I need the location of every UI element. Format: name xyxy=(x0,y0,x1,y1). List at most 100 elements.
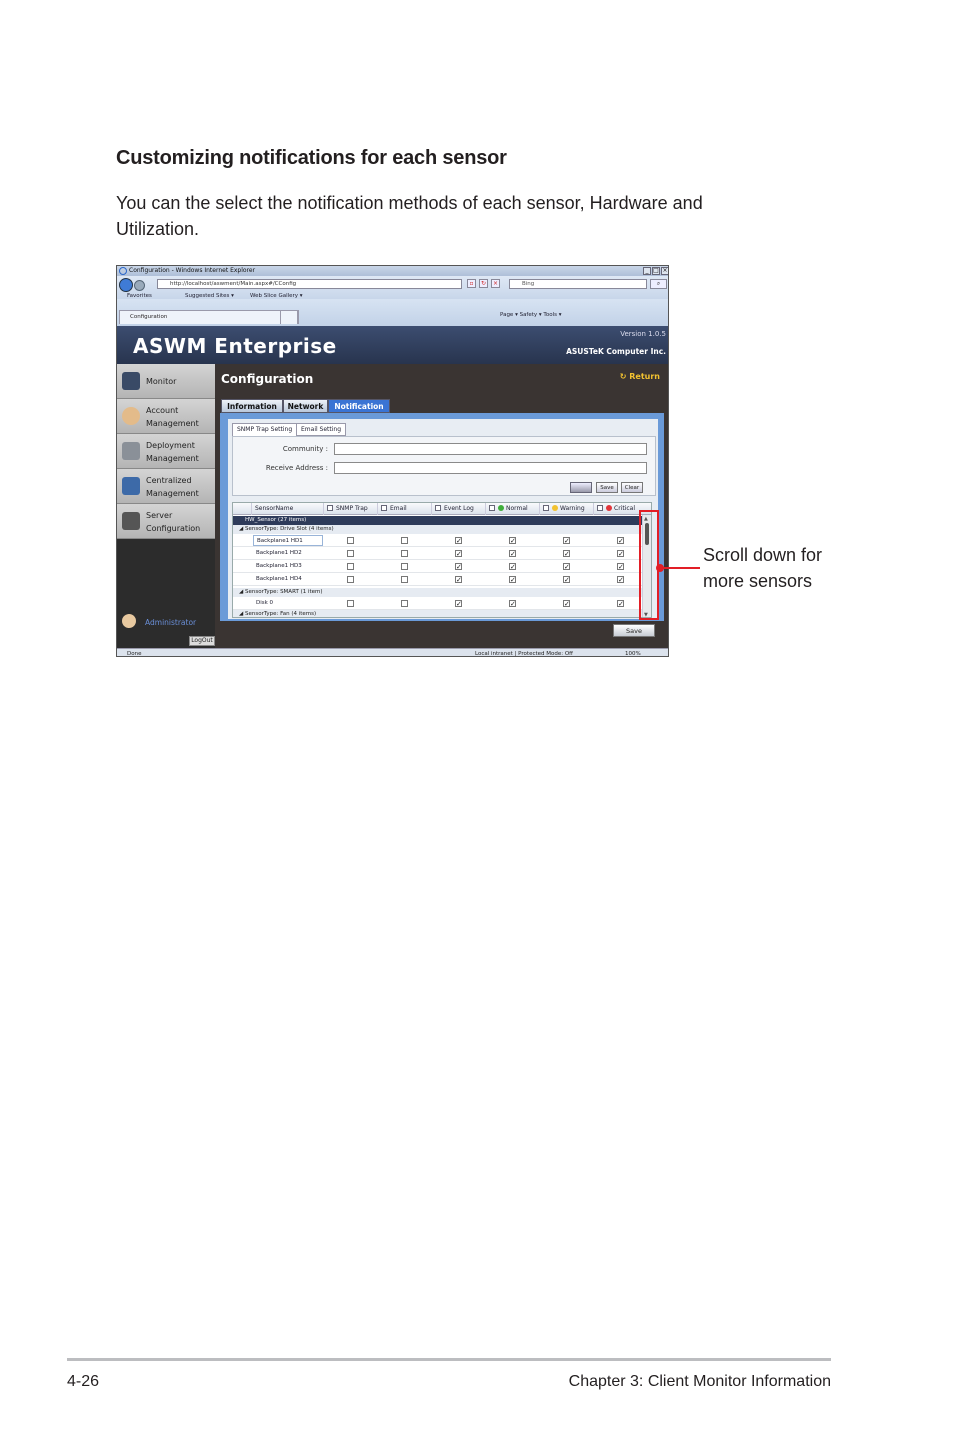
refresh-icon[interactable]: ↻ xyxy=(479,279,488,288)
zoom-level[interactable]: 100% xyxy=(625,649,641,656)
critical-status-icon xyxy=(606,505,612,511)
footer-rule xyxy=(67,1358,831,1361)
sidebar-item-account[interactable]: Account Management xyxy=(117,399,215,434)
checkbox-unchecked[interactable] xyxy=(401,537,408,544)
checkbox-checked[interactable]: ✓ xyxy=(563,550,570,558)
group-row-fan[interactable]: ◢ SensorType: Fan (4 items) xyxy=(233,610,651,617)
stop-icon[interactable]: × xyxy=(491,279,500,288)
col-warning[interactable]: Warning xyxy=(539,503,593,515)
checkbox-checked[interactable]: ✓ xyxy=(455,550,462,558)
compat-icon[interactable]: ▫ xyxy=(467,279,476,288)
status-text: Done xyxy=(127,651,142,657)
address-input[interactable]: http://localhost/aswment/Main.aspx#/CCon… xyxy=(157,279,462,289)
checkbox-checked[interactable]: ✓ xyxy=(509,537,516,545)
col-email[interactable]: Email xyxy=(377,503,431,515)
checkbox-checked[interactable]: ✓ xyxy=(617,563,624,571)
community-input[interactable] xyxy=(334,443,647,455)
form-save-button[interactable]: Save xyxy=(596,482,618,493)
col-checkbox[interactable] xyxy=(543,505,549,511)
receive-address-label: Receive Address : xyxy=(265,464,328,472)
form-clear-button[interactable]: Clear xyxy=(621,482,643,493)
checkbox-unchecked[interactable] xyxy=(347,550,354,557)
col-checkbox[interactable] xyxy=(597,505,603,511)
sidebar-item-centralized[interactable]: Centralized Management xyxy=(117,469,215,504)
col-normal[interactable]: Normal xyxy=(485,503,539,515)
checkbox-checked[interactable]: ✓ xyxy=(563,576,570,584)
checkbox-checked[interactable]: ✓ xyxy=(455,576,462,584)
test-icon[interactable] xyxy=(570,482,592,493)
sidebar-item-label: Centralized Management xyxy=(146,476,199,498)
table-row[interactable]: Backplane1 HD3 ✓ ✓ ✓ ✓ xyxy=(233,560,651,573)
sensor-table: SensorName SNMP Trap Email Event Log Nor… xyxy=(232,502,652,618)
callout-dot xyxy=(656,564,664,572)
receive-address-input[interactable] xyxy=(334,462,647,474)
checkbox-checked[interactable]: ✓ xyxy=(617,600,624,608)
col-warning-label: Warning xyxy=(560,505,585,512)
checkbox-checked[interactable]: ✓ xyxy=(509,550,516,558)
minimize-icon[interactable]: _ xyxy=(643,267,651,275)
forward-arrow-icon[interactable] xyxy=(134,280,145,291)
checkbox-checked[interactable]: ✓ xyxy=(455,563,462,571)
group-row-hw[interactable]: HW_Sensor (27 items) xyxy=(233,516,651,525)
close-icon[interactable]: × xyxy=(661,267,668,275)
tab-notification[interactable]: Notification xyxy=(328,399,390,413)
sidebar-item-deployment[interactable]: Deployment Management xyxy=(117,434,215,469)
sidebar-item-label: Account Management xyxy=(146,406,199,428)
checkbox-unchecked[interactable] xyxy=(401,550,408,557)
table-row[interactable]: Backplane1 HD1 ✓ ✓ ✓ ✓ xyxy=(233,534,651,547)
new-tab-button[interactable] xyxy=(280,310,298,324)
checkbox-unchecked[interactable] xyxy=(401,576,408,583)
col-critical[interactable]: Critical xyxy=(593,503,645,515)
server-icon xyxy=(122,512,140,530)
command-bar[interactable]: Page ▾ Safety ▾ Tools ▾ xyxy=(500,312,561,318)
col-checkbox[interactable] xyxy=(381,505,387,511)
checkbox-checked[interactable]: ✓ xyxy=(617,537,624,545)
checkbox-checked[interactable]: ✓ xyxy=(509,563,516,571)
checkbox-unchecked[interactable] xyxy=(401,600,408,607)
checkbox-unchecked[interactable] xyxy=(401,563,408,570)
checkbox-checked[interactable]: ✓ xyxy=(509,576,516,584)
tab-network[interactable]: Network xyxy=(283,399,328,413)
back-arrow-icon[interactable] xyxy=(119,278,133,292)
checkbox-checked[interactable]: ✓ xyxy=(563,563,570,571)
subtab-email[interactable]: Email Setting xyxy=(296,423,347,436)
checkbox-checked[interactable]: ✓ xyxy=(455,600,462,608)
table-row[interactable]: Disk 0 ✓ ✓ ✓ ✓ xyxy=(233,597,651,610)
browser-tab[interactable]: Configuration xyxy=(119,310,299,324)
return-link[interactable]: ↻ Return xyxy=(620,372,660,381)
search-input[interactable]: Bing xyxy=(509,279,647,289)
col-checkbox[interactable] xyxy=(327,505,333,511)
warning-status-icon xyxy=(552,505,558,511)
checkbox-checked[interactable]: ✓ xyxy=(455,537,462,545)
checkbox-unchecked[interactable] xyxy=(347,576,354,583)
sensor-name: Backplane1 HD2 xyxy=(256,550,302,556)
group-row-smart[interactable]: ◢ SensorType: SMART (1 item) xyxy=(233,588,651,597)
app-header: ASWM Enterprise Version 1.0.5 ASUSTeK Co… xyxy=(117,326,668,364)
sidebar-item-monitor[interactable]: Monitor xyxy=(117,364,215,399)
checkbox-unchecked[interactable] xyxy=(347,537,354,544)
checkbox-unchecked[interactable] xyxy=(347,600,354,607)
sidebar-item-server-config[interactable]: Server Configuration xyxy=(117,504,215,539)
checkbox-checked[interactable]: ✓ xyxy=(617,576,624,584)
group-row-drive[interactable]: ◢ SensorType: Drive Slot (4 items) xyxy=(233,525,651,534)
checkbox-checked[interactable]: ✓ xyxy=(617,550,624,558)
maximize-icon[interactable]: □ xyxy=(652,267,660,275)
col-eventlog[interactable]: Event Log xyxy=(431,503,485,515)
logout-button[interactable]: LogOut xyxy=(189,636,215,646)
search-icon[interactable]: ⌕ xyxy=(650,279,667,289)
save-button[interactable]: Save xyxy=(613,624,655,637)
checkbox-checked[interactable]: ✓ xyxy=(563,537,570,545)
callout-text: Scroll down for more sensors xyxy=(703,545,823,591)
callout-line xyxy=(660,567,700,569)
checkbox-checked[interactable]: ✓ xyxy=(509,600,516,608)
table-row[interactable]: Backplane1 HD2 ✓ ✓ ✓ ✓ xyxy=(233,547,651,560)
checkbox-unchecked[interactable] xyxy=(347,563,354,570)
checkbox-checked[interactable]: ✓ xyxy=(563,600,570,608)
table-row[interactable]: Backplane1 HD4 ✓ ✓ ✓ ✓ xyxy=(233,573,651,586)
tab-information[interactable]: Information xyxy=(221,399,283,413)
col-snmp[interactable]: SNMP Trap xyxy=(323,503,377,515)
col-checkbox[interactable] xyxy=(435,505,441,511)
user-icon xyxy=(122,407,140,425)
subtab-snmp[interactable]: SNMP Trap Setting xyxy=(232,423,298,436)
col-checkbox[interactable] xyxy=(489,505,495,511)
